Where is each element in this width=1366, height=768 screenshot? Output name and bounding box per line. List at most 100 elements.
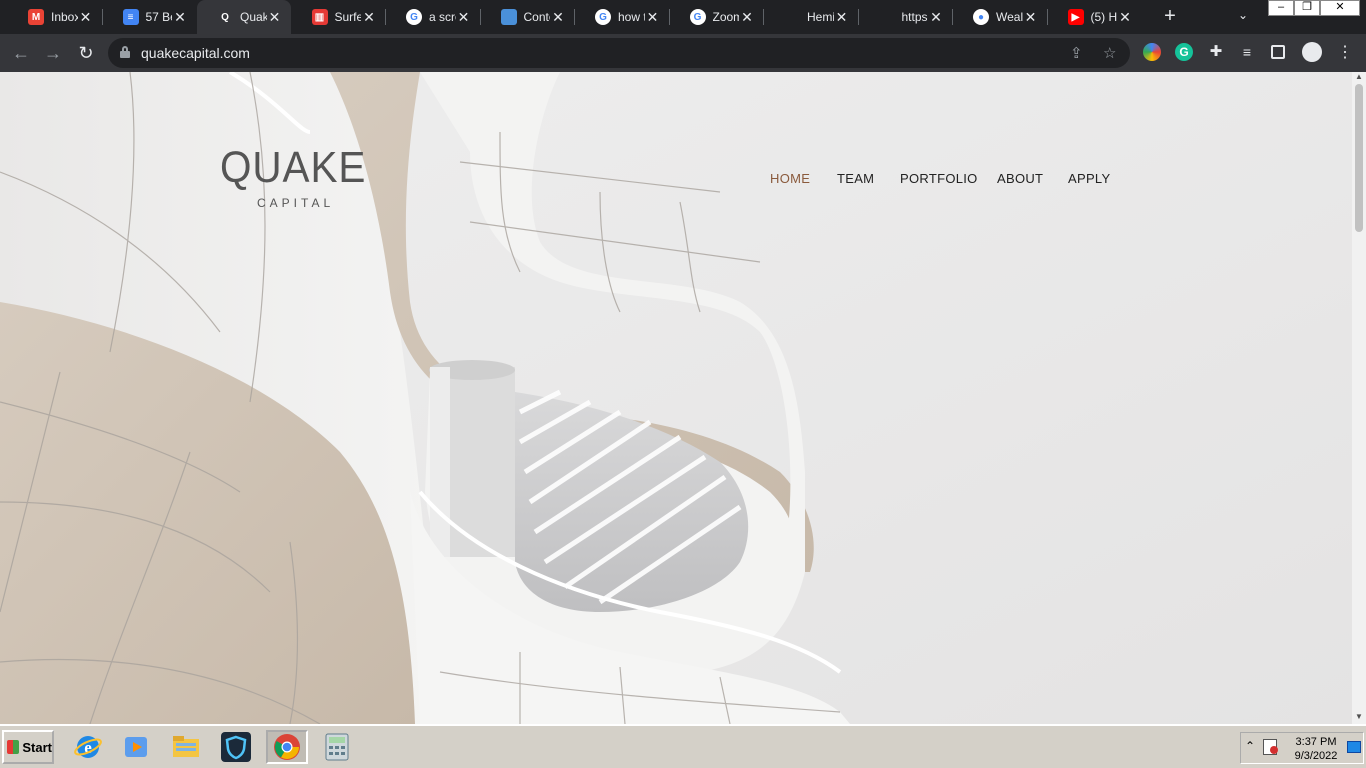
surfer-icon: ▥ xyxy=(311,9,328,25)
grammarly-icon[interactable]: G xyxy=(1175,43,1193,61)
tab-5[interactable]: Ga scree✕ xyxy=(386,0,480,34)
gmail-icon: M xyxy=(28,9,44,25)
security-warning-icon[interactable] xyxy=(1263,739,1278,755)
blank-page-icon xyxy=(878,9,895,25)
logo-subtitle: CAPITAL xyxy=(257,196,335,210)
tab-separator xyxy=(1046,9,1048,25)
nav-apply[interactable]: APPLY xyxy=(1068,171,1110,186)
close-tab-icon[interactable]: ✕ xyxy=(550,9,566,26)
tab-separator xyxy=(668,9,670,25)
lock-icon[interactable] xyxy=(120,46,130,58)
extensions-puzzle-icon[interactable]: ✚ xyxy=(1207,43,1225,61)
tab-separator xyxy=(385,9,386,25)
share-icon[interactable]: ⇪ xyxy=(1070,44,1083,62)
tab-title: https:/ xyxy=(901,10,929,24)
start-label: Start xyxy=(22,739,52,755)
tab-10[interactable]: https:/✕ xyxy=(859,0,953,34)
tab-title: a scree xyxy=(429,10,456,24)
file-explorer-icon[interactable] xyxy=(168,730,204,764)
tab-9[interactable]: Hemin✕ xyxy=(764,0,858,34)
scroll-up-arrow-icon[interactable]: ▲ xyxy=(1355,72,1363,81)
close-tab-icon[interactable]: ✕ xyxy=(78,9,94,26)
document-icon xyxy=(500,9,517,25)
tab-7[interactable]: Ghow to✕ xyxy=(575,0,669,34)
system-tray: ⌃ 3:37 PM 9/3/2022 xyxy=(1240,732,1364,764)
tab-11[interactable]: ● Wealth✕ xyxy=(953,0,1047,34)
tab-title: (5) Ho xyxy=(1090,10,1118,24)
tab-separator xyxy=(952,9,953,25)
tab-separator xyxy=(857,9,859,25)
chrome-menu-icon[interactable]: ⋮ xyxy=(1334,42,1356,64)
restore-button[interactable]: ❐ xyxy=(1294,0,1320,16)
tab-search-chevron-icon[interactable]: ⌄ xyxy=(1238,8,1248,22)
nav-portfolio[interactable]: PORTFOLIO xyxy=(900,171,978,186)
minimize-button[interactable]: – xyxy=(1268,0,1294,16)
google-icon: G xyxy=(406,9,422,25)
show-desktop-icon[interactable] xyxy=(1347,741,1361,753)
side-panel-icon[interactable] xyxy=(1271,45,1285,59)
tab-title: Inbox xyxy=(51,10,78,24)
google-icon: G xyxy=(595,9,611,25)
tab-separator xyxy=(763,9,764,25)
vpn-shield-icon[interactable] xyxy=(218,730,254,764)
chrome-icon[interactable] xyxy=(266,730,308,764)
architecture-background-image xyxy=(0,72,1352,724)
tab-8[interactable]: G Zoom ✕ xyxy=(670,0,764,34)
start-button[interactable]: Start xyxy=(2,730,54,764)
quake-page-icon: Q xyxy=(217,9,233,25)
url-text[interactable]: quakecapital.com xyxy=(141,45,250,61)
tab-title: how to xyxy=(618,10,645,24)
close-tab-icon[interactable]: ✕ xyxy=(739,9,755,26)
windows-flag-icon xyxy=(7,740,20,754)
logo-wordmark[interactable]: QUAKE xyxy=(220,146,367,190)
tab-strip: MInbox✕≡57 Bea✕QQuake✕▥Surfer✕Ga scree✕C… xyxy=(0,0,1366,34)
tab-title: 57 Bea xyxy=(145,10,173,24)
page-scrollbar[interactable]: ▲ ▼ xyxy=(1352,72,1366,724)
tab-1[interactable]: M Inbox ✕ xyxy=(8,0,102,34)
scrollbar-thumb[interactable] xyxy=(1355,84,1363,232)
close-tab-icon[interactable]: ✕ xyxy=(172,9,188,26)
tab-title: Conte xyxy=(523,10,551,24)
tab-3[interactable]: Q Quake✕ xyxy=(197,0,291,34)
close-window-button[interactable]: ✕ xyxy=(1320,0,1360,16)
close-tab-icon[interactable]: ✕ xyxy=(928,9,944,26)
close-tab-icon[interactable]: ✕ xyxy=(1023,9,1039,26)
tab-title: Hemin xyxy=(807,10,834,24)
youtube-icon: ▶ xyxy=(1067,9,1084,25)
nav-home[interactable]: HOME xyxy=(770,171,810,186)
close-tab-icon[interactable]: ✕ xyxy=(361,9,377,26)
tab-4[interactable]: ▥ Surfer✕ xyxy=(292,0,386,34)
internet-explorer-icon[interactable]: e xyxy=(70,730,106,764)
address-bar[interactable]: quakecapital.com ⇪ ☆ xyxy=(108,38,1130,68)
quake-capital-logo[interactable]: QUAKE CAPITAL xyxy=(220,146,380,211)
tab-12[interactable]: ▶ (5) Ho✕ xyxy=(1048,0,1142,34)
nav-about[interactable]: ABOUT xyxy=(997,171,1043,186)
reading-list-icon[interactable]: ≡ xyxy=(1238,43,1256,61)
close-tab-icon[interactable]: ✕ xyxy=(1117,9,1133,26)
close-tab-icon[interactable]: ✕ xyxy=(267,9,283,26)
new-tab-button[interactable]: + xyxy=(1160,6,1180,26)
profile-avatar-icon[interactable] xyxy=(1302,42,1322,62)
color-extension-icon[interactable] xyxy=(1143,43,1161,61)
close-tab-icon[interactable]: ✕ xyxy=(645,9,661,26)
forward-button[interactable]: → xyxy=(42,42,64,64)
calculator-icon[interactable] xyxy=(316,730,358,764)
scroll-down-arrow-icon[interactable]: ▼ xyxy=(1355,712,1363,721)
bookmark-star-icon[interactable]: ☆ xyxy=(1103,44,1116,62)
tab-2[interactable]: ≡ 57 Bea✕ xyxy=(103,0,197,34)
close-tab-icon[interactable]: ✕ xyxy=(834,9,850,26)
web-page: QUAKE CAPITAL HOME TEAM PORTFOLIO ABOUT … xyxy=(0,72,1352,724)
tab-6[interactable]: Conte✕ xyxy=(481,0,575,34)
tab-title: Wealth xyxy=(996,10,1023,24)
media-player-icon[interactable] xyxy=(118,730,154,764)
system-clock[interactable]: 3:37 PM 9/3/2022 xyxy=(1289,735,1343,763)
tray-expand-chevron-icon[interactable]: ⌃ xyxy=(1245,739,1255,753)
browser-toolbar: ← → ↻ quakecapital.com ⇪ ☆ G ✚ ≡ ⋮ xyxy=(0,34,1366,72)
close-tab-icon[interactable]: ✕ xyxy=(456,9,472,26)
nav-team[interactable]: TEAM xyxy=(837,171,874,186)
tab-title: Surfer xyxy=(334,10,362,24)
back-button[interactable]: ← xyxy=(10,42,32,64)
google-docs-icon: ≡ xyxy=(122,9,139,25)
reload-button[interactable]: ↻ xyxy=(75,42,97,64)
tab-separator xyxy=(479,9,481,25)
